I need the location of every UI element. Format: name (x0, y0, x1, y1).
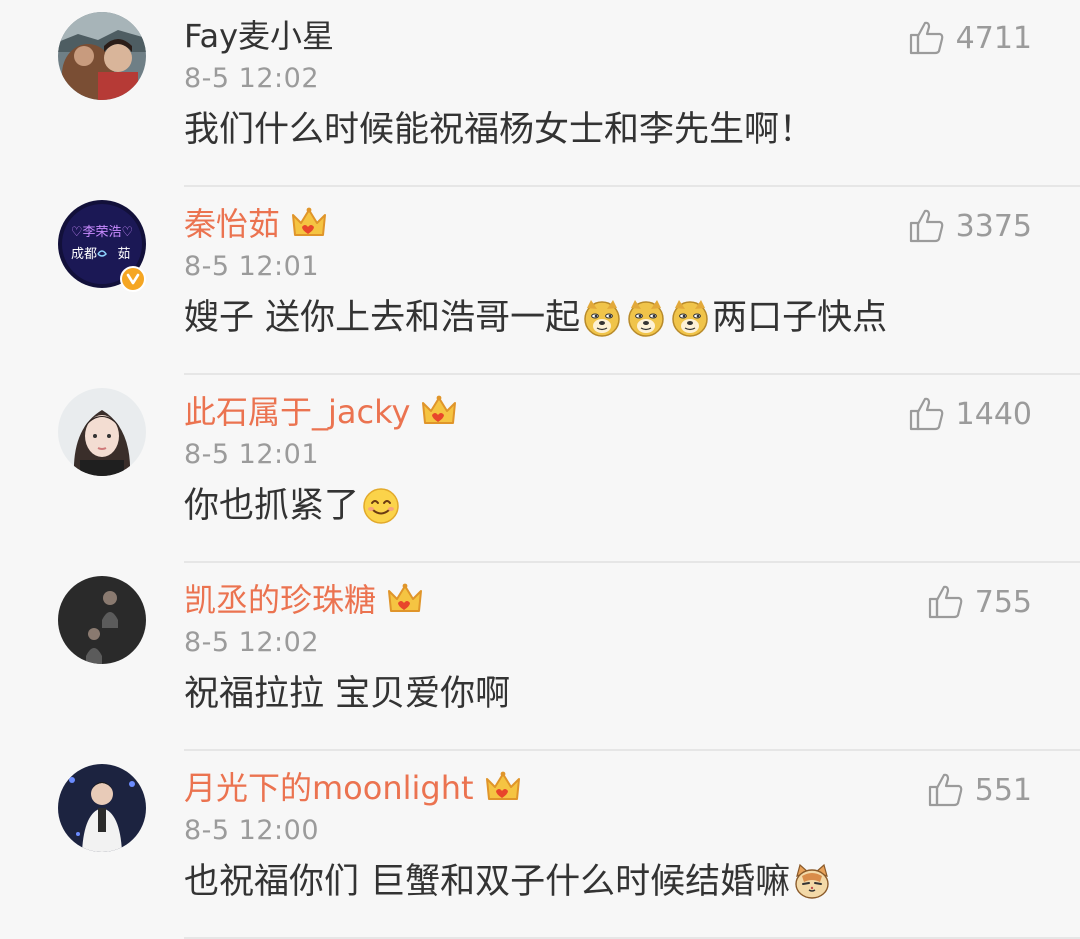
divider (184, 561, 1080, 563)
vip-crown-icon (420, 395, 458, 429)
like-button[interactable]: 4711 (908, 18, 1032, 58)
username[interactable]: Fay麦小星 (184, 16, 334, 56)
verified-badge-icon (120, 266, 146, 292)
avatar[interactable] (58, 12, 146, 100)
vip-crown-icon (484, 771, 522, 805)
comment-list: Fay麦小星 8-5 12:02 我们什么时候能祝福杨女士和李先生啊！ 4711… (0, 0, 1080, 939)
timestamp: 8-5 12:01 (184, 251, 319, 282)
comment-text: 你也抓紧了 (184, 480, 403, 532)
like-count: 3375 (955, 208, 1032, 244)
avatar[interactable] (58, 764, 146, 852)
thumbs-up-icon (908, 395, 946, 433)
comment-item: 月光下的moonlight 8-5 12:00 也祝福你们 巨蟹和双子什么时候结… (0, 752, 1080, 939)
like-button[interactable]: 1440 (908, 394, 1032, 434)
divider (184, 185, 1080, 187)
timestamp: 8-5 12:01 (184, 439, 319, 470)
doge-icon (670, 298, 710, 338)
smile-icon (361, 486, 401, 526)
divider (184, 373, 1080, 375)
timestamp: 8-5 12:02 (184, 627, 319, 658)
avatar-text-line3: 茹 (117, 247, 130, 262)
like-button[interactable]: 551 (927, 770, 1032, 810)
username[interactable]: 此石属于_jacky (184, 392, 458, 432)
like-count: 4711 (955, 20, 1032, 56)
comment-text-segment: 嫂子 送你上去和浩哥一起 (184, 298, 581, 338)
doge-icon (582, 298, 622, 338)
cat-icon (792, 862, 832, 902)
like-count: 551 (974, 772, 1032, 808)
username[interactable]: 凯丞的珍珠糖 (184, 580, 424, 620)
comment-text-segment: 祝福拉拉 宝贝爱你啊 (184, 674, 511, 714)
username[interactable]: 秦怡茹 (184, 204, 328, 244)
username-text[interactable]: 凯丞的珍珠糖 (184, 580, 376, 620)
comment-item: 凯丞的珍珠糖 8-5 12:02 祝福拉拉 宝贝爱你啊 755 (0, 564, 1080, 751)
comment-text: 祝福拉拉 宝贝爱你啊 (184, 668, 510, 720)
like-count: 1440 (955, 396, 1032, 432)
username[interactable]: 月光下的moonlight (184, 768, 522, 808)
timestamp: 8-5 12:02 (184, 63, 319, 94)
divider (184, 749, 1080, 751)
vip-crown-icon (386, 583, 424, 617)
thumbs-up-icon (927, 771, 965, 809)
comment-text: 也祝福你们 巨蟹和双子什么时候结婚嘛 (184, 856, 834, 908)
comment-text-segment: 你也抓紧了 (184, 486, 360, 526)
username-text[interactable]: 此石属于_jacky (184, 392, 410, 432)
comment-text-segment: 我们什么时候能祝福杨女士和李先生啊！ (184, 110, 815, 150)
avatar-text-line1: ♡李荣浩♡ (71, 225, 133, 240)
comment-text: 我们什么时候能祝福杨女士和李先生啊！ (184, 104, 814, 156)
comment-item: 此石属于_jacky 8-5 12:01 你也抓紧了 1440 (0, 376, 1080, 563)
avatar[interactable] (58, 576, 146, 664)
like-button[interactable]: 755 (927, 582, 1032, 622)
avatar-text-line2: 成都 (71, 247, 97, 262)
like-count: 755 (974, 584, 1032, 620)
username-text[interactable]: 秦怡茹 (184, 204, 280, 244)
username-text[interactable]: Fay麦小星 (184, 16, 334, 56)
thumbs-up-icon (908, 19, 946, 57)
avatar[interactable] (58, 388, 146, 476)
comment-text: 嫂子 送你上去和浩哥一起 两口子快点 (184, 292, 887, 344)
thumbs-up-icon (908, 207, 946, 245)
comment-item: ♡李荣浩♡ 成都 茹 秦怡茹 8-5 12:01 嫂子 送你上去和浩哥一起 两口… (0, 188, 1080, 375)
comment-item: Fay麦小星 8-5 12:02 我们什么时候能祝福杨女士和李先生啊！ 4711 (0, 0, 1080, 187)
timestamp: 8-5 12:00 (184, 815, 319, 846)
doge-icon (626, 298, 666, 338)
comment-text-segment: 两口子快点 (712, 298, 888, 338)
thumbs-up-icon (927, 583, 965, 621)
username-text[interactable]: 月光下的moonlight (184, 768, 474, 808)
comment-text-segment: 也祝福你们 巨蟹和双子什么时候结婚嘛 (184, 862, 791, 902)
vip-crown-icon (290, 207, 328, 241)
like-button[interactable]: 3375 (908, 206, 1032, 246)
